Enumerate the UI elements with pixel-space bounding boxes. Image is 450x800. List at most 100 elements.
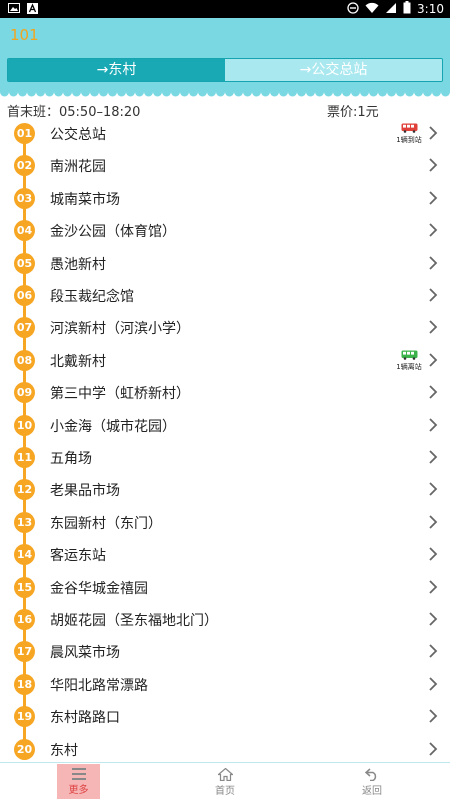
nav-home-button[interactable]: 首页	[203, 764, 247, 799]
stop-name: 南洲花园	[50, 159, 106, 176]
stop-row[interactable]: 07 河滨新村（河滨小学）	[0, 311, 450, 343]
scallop-bump	[306, 90, 315, 97]
stop-row[interactable]: 19 东村路路口	[0, 700, 450, 732]
stop-number-badge: 14	[14, 544, 35, 566]
info-row: 首末班：05:50–18:20 票价:1元	[0, 100, 450, 120]
wifi-icon	[365, 2, 379, 17]
chevron-right-icon	[428, 449, 438, 465]
status-bar: 3:10	[0, 0, 450, 18]
stop-name: 五角场	[50, 451, 92, 467]
stop-row[interactable]: 16 胡姬花园（圣东福地北门）	[0, 603, 450, 635]
scallop-bump	[279, 90, 288, 97]
chevron-right-icon	[428, 190, 438, 206]
stop-row[interactable]: 14 客运东站	[0, 538, 450, 570]
stop-number-badge: 12	[14, 479, 35, 501]
scallop-bump	[243, 90, 252, 97]
stop-row[interactable]: 20 东村	[0, 733, 450, 765]
stop-number-badge: 05	[14, 252, 35, 274]
scallop-bump	[315, 90, 324, 97]
stop-name: 段玉裁纪念馆	[50, 289, 134, 305]
stop-name: 东园新村（东门）	[50, 515, 162, 532]
tab-direction-terminal[interactable]: →公交总站	[225, 59, 442, 81]
chevron-right-icon	[428, 417, 438, 433]
scallop-bump	[63, 90, 72, 97]
bus-indicator: 1辆离站	[395, 350, 423, 372]
bus-status-text: 1辆离站	[396, 362, 422, 371]
chevron-right-icon	[428, 579, 438, 595]
stop-row[interactable]: 03 城南菜市场	[0, 182, 450, 214]
stop-number-badge: 17	[14, 641, 35, 663]
scallop-divider	[0, 90, 450, 97]
scallop-bump	[189, 90, 198, 97]
nav-more-button[interactable]: 更多	[57, 764, 100, 799]
scallop-bump	[153, 90, 162, 97]
scallop-bump	[135, 90, 144, 97]
dnd-icon	[347, 1, 359, 17]
stop-number-badge: 19	[14, 706, 35, 728]
scallop-bump	[252, 90, 261, 97]
scallop-bump	[369, 90, 378, 97]
stop-name: 东村路路口	[50, 710, 120, 727]
stop-name: 东村	[50, 742, 78, 759]
stop-row[interactable]: 10 小金海（城市花园）	[0, 409, 450, 441]
stop-row[interactable]: 15 金谷华城金禧园	[0, 571, 450, 603]
stop-number-badge: 03	[14, 187, 35, 209]
bus-icon	[401, 123, 417, 133]
scallop-bump	[324, 90, 333, 97]
stop-name: 金谷华城金禧园	[50, 580, 148, 597]
scallop-bump	[360, 90, 369, 97]
nav-back-button[interactable]: 返回	[350, 764, 394, 799]
scallop-bump	[72, 90, 81, 97]
stop-row[interactable]: 17 晨风菜市场	[0, 635, 450, 667]
stop-name: 小金海（城市花园）	[50, 418, 176, 435]
stop-name: 城南菜市场	[50, 191, 120, 208]
stop-row[interactable]: 18 华阳北路常漂路	[0, 668, 450, 700]
bus-icon	[401, 350, 417, 360]
scallop-bump	[261, 90, 270, 97]
scallop-bump	[54, 90, 63, 97]
chevron-right-icon	[428, 481, 438, 497]
stop-row[interactable]: 06 段玉裁纪念馆	[0, 279, 450, 311]
bottom-nav: 更多 首页 返回	[0, 762, 450, 800]
scallop-bump	[18, 90, 27, 97]
stop-row[interactable]: 08 北戴新村 1辆离站	[0, 344, 450, 376]
stop-name: 胡姬花园（圣东福地北门）	[50, 613, 218, 629]
scallop-bump	[288, 90, 297, 97]
stop-name: 客运东站	[50, 548, 106, 565]
chevron-right-icon	[428, 125, 438, 141]
chevron-right-icon	[428, 708, 438, 724]
scallop-bump	[99, 90, 108, 97]
scallop-bump	[414, 90, 423, 97]
scallop-bump	[207, 90, 216, 97]
stop-row[interactable]: 04 金沙公园（体育馆）	[0, 214, 450, 246]
stop-row[interactable]: 13 东园新村（东门）	[0, 506, 450, 538]
scallop-bump	[90, 90, 99, 97]
stop-row[interactable]: 02 南洲花园	[0, 149, 450, 181]
stop-row[interactable]: 12 老果品市场	[0, 473, 450, 505]
chevron-right-icon	[428, 287, 438, 303]
scallop-bump	[216, 90, 225, 97]
chevron-right-icon	[428, 546, 438, 562]
stop-number-badge: 06	[14, 285, 35, 306]
stop-number-badge: 16	[14, 609, 35, 630]
scallop-bump	[378, 90, 387, 97]
stop-row[interactable]: 11 五角场	[0, 441, 450, 473]
chevron-right-icon	[428, 676, 438, 692]
gallery-notification-icon	[8, 2, 20, 14]
stop-number-badge: 15	[14, 576, 35, 598]
scallop-bump	[297, 90, 306, 97]
header-bar: 101	[0, 18, 450, 52]
stop-row[interactable]: 01 公交总站 1辆到站	[0, 117, 450, 149]
stop-number-badge: 01	[14, 123, 35, 144]
scallop-bump	[162, 90, 171, 97]
bus-status-text: 1辆到站	[396, 136, 422, 144]
stop-name: 老果品市场	[50, 483, 120, 500]
scallop-bump	[270, 90, 279, 97]
scallop-bump	[423, 90, 432, 97]
scallop-bump	[81, 90, 90, 97]
stop-name: 公交总站	[50, 127, 106, 143]
stop-row[interactable]: 05 愚池新村	[0, 247, 450, 279]
stop-number-badge: 08	[14, 349, 35, 371]
stop-row[interactable]: 09 第三中学（虹桥新村）	[0, 376, 450, 408]
tab-direction-dongcun[interactable]: →东村	[8, 59, 225, 81]
